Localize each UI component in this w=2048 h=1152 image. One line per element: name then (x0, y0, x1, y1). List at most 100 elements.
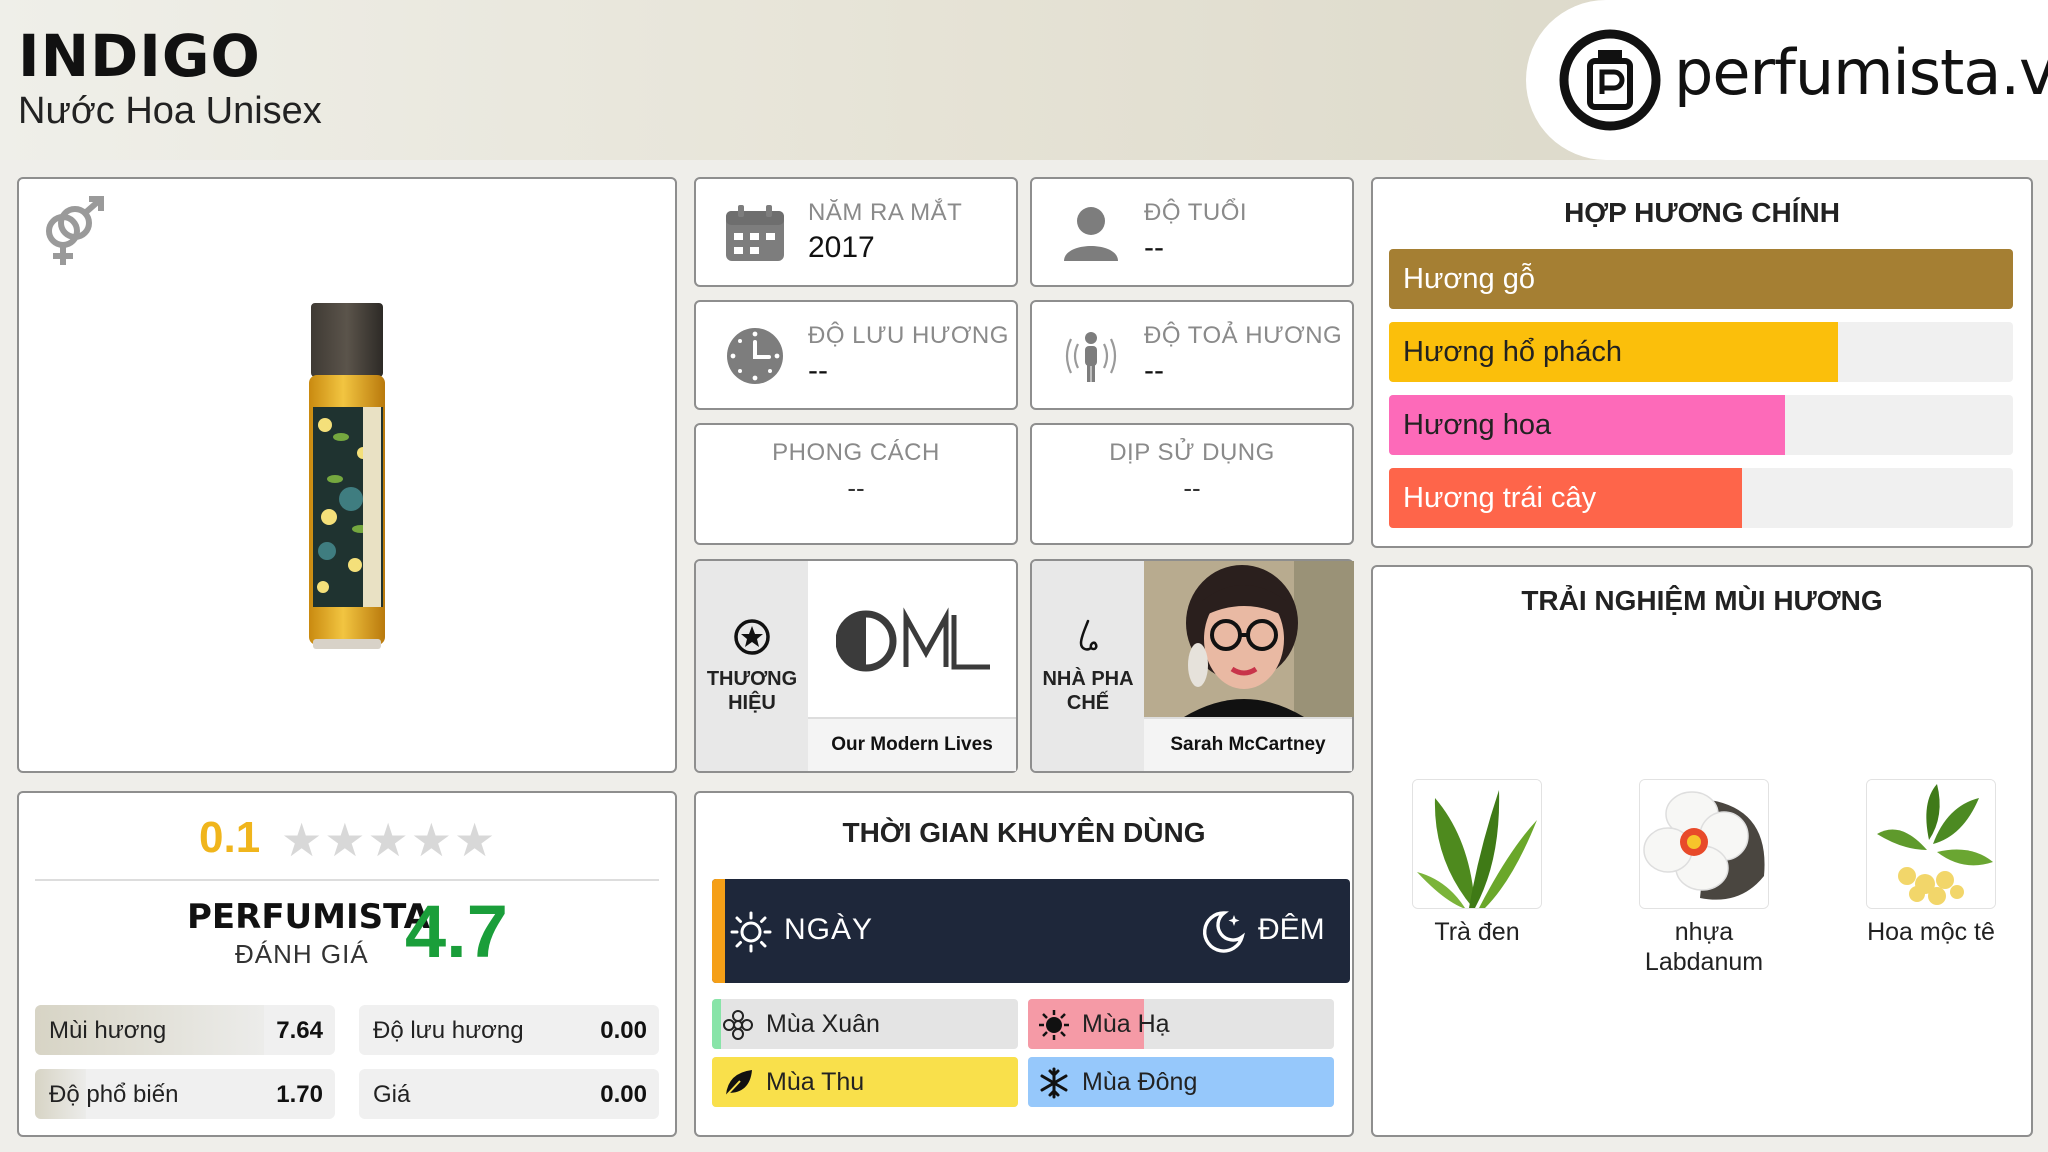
flower-icon (722, 1009, 754, 1041)
night-label: ĐÊM (1258, 913, 1325, 946)
perfumista-sublabel: ĐÁNH GIÁ (235, 939, 369, 969)
perfume-bottle-image (309, 303, 385, 649)
sillage-card: ĐỘ TOẢ HƯƠNG -- (1030, 300, 1354, 410)
rating-metric: Độ lưu hương 0.00 (359, 1005, 659, 1055)
ingredient-item[interactable]: Trà đen (1387, 779, 1567, 947)
black-tea-image (1412, 779, 1542, 909)
unisex-gender-icon (46, 196, 104, 265)
ingredient-name: nhựa Labdanum (1644, 918, 1764, 976)
user-icon (1064, 207, 1118, 261)
accord-row: Hương gỗ (1389, 249, 2013, 309)
sillage-label: ĐỘ TOẢ HƯƠNG (1144, 322, 1343, 349)
season-4: Mùa Đông (1028, 1057, 1334, 1107)
longevity-card: ĐỘ LƯU HƯƠNG -- (694, 300, 1018, 410)
metric-label: Giá (373, 1081, 411, 1108)
brand-label: THƯƠNG HIỆU (706, 668, 798, 714)
nose-icon (1079, 619, 1098, 651)
season-label: Mùa Xuân (766, 1010, 880, 1038)
metric-value: 7.64 (276, 1017, 323, 1044)
launch-year-card: NĂM RA MẮT 2017 (694, 177, 1018, 287)
ingredient-name: Trà đen (1434, 918, 1520, 946)
season-label: Mùa Hạ (1082, 1010, 1170, 1038)
labdanum-resin-image (1639, 779, 1769, 909)
day-night-bar: NGÀY ĐÊM (712, 879, 1350, 983)
style-card: PHONG CÁCH -- (694, 423, 1018, 545)
occasion-value: -- (1183, 473, 1201, 503)
star-badge-icon (734, 619, 770, 655)
sillage-value: -- (1144, 354, 1164, 387)
occasion-label: DỊP SỬ DỤNG (1109, 439, 1275, 466)
season-label: Mùa Thu (766, 1068, 865, 1096)
accord-row: Hương trái cây (1389, 468, 2013, 528)
brand-name[interactable]: Our Modern Lives (808, 717, 1016, 771)
main-accords-title: HỢP HƯƠNG CHÍNH (1564, 197, 1840, 228)
longevity-value: -- (808, 354, 828, 387)
occasion-card: DỊP SỬ DỤNG -- (1030, 423, 1354, 545)
perfumer-label: NHÀ PHA CHẾ (1042, 668, 1134, 714)
ingredient-item[interactable]: Hoa mộc tê (1841, 779, 2021, 947)
accord-label: Hương gỗ (1403, 263, 1535, 295)
season-2: Mùa Hạ (1028, 999, 1334, 1049)
season-label: Mùa Đông (1082, 1068, 1198, 1096)
rating-metric: Mùi hương 7.64 (35, 1005, 335, 1055)
site-logo[interactable]: perfumista.vn (1526, 0, 2048, 160)
moon-icon (1203, 911, 1245, 953)
season-level-fill (712, 999, 722, 1049)
sun-icon (1038, 1009, 1070, 1041)
scent-experience-card: TRẢI NGHIỆM MÙI HƯƠNG Trà đen nhựa Labda… (1371, 565, 2033, 1137)
scent-experience-title: TRẢI NGHIỆM MÙI HƯƠNG (1521, 585, 1883, 616)
rating-metric: Giá 0.00 (359, 1069, 659, 1119)
logo-text: perfumista.vn (1674, 36, 2048, 109)
radiating-person-icon (1065, 332, 1117, 382)
season-level-fill (712, 1057, 1018, 1107)
rating-metric: Độ phổ biến 1.70 (35, 1069, 335, 1119)
leaf-icon (722, 1067, 754, 1099)
brand-logo-image (836, 607, 990, 672)
metric-value: 0.00 (600, 1081, 647, 1108)
season-3: Mùa Thu (712, 1057, 1018, 1107)
star-rating[interactable]: ★ ★ ★ ★ ★ (281, 813, 497, 867)
launch-year-label: NĂM RA MẮT (808, 199, 963, 226)
recommended-time-card: THỜI GIAN KHUYÊN DÙNG NGÀY ĐÊM Mùa Xuân M… (694, 791, 1354, 1137)
star-icon[interactable]: ★ (411, 814, 452, 866)
sun-icon (730, 911, 772, 953)
divider (35, 879, 659, 881)
perfumer-photo (1144, 561, 1354, 717)
age-card: ĐỘ TUỔI -- (1030, 177, 1354, 287)
launch-year-value: 2017 (808, 231, 875, 264)
star-icon[interactable]: ★ (368, 814, 409, 866)
metric-label: Độ phổ biến (49, 1081, 179, 1108)
user-rating-score: 0.1 (199, 813, 261, 862)
brand-side-column: THƯƠNG HIỆU (696, 561, 808, 771)
ingredient-name: Hoa mộc tê (1867, 918, 1995, 946)
perfumer-card[interactable]: NHÀ PHA CHẾ Sarah McCartney (1030, 559, 1354, 773)
day-fill (712, 879, 725, 983)
star-icon[interactable]: ★ (454, 814, 495, 866)
perfume-title: INDIGO (18, 22, 261, 90)
accord-row: Hương hổ phách (1389, 322, 2013, 382)
recommended-time-title: THỜI GIAN KHUYÊN DÙNG (842, 817, 1206, 848)
clock-icon (727, 328, 783, 384)
perfume-bottle-logo-icon (1559, 29, 1661, 131)
style-label: PHONG CÁCH (772, 439, 940, 466)
perfumer-name[interactable]: Sarah McCartney (1144, 717, 1352, 771)
osmanthus-image (1866, 779, 1996, 909)
perfumer-side-column: NHÀ PHA CHẾ (1032, 561, 1144, 771)
age-value: -- (1144, 231, 1164, 264)
brand-card[interactable]: THƯƠNG HIỆU Our Modern Lives (694, 559, 1018, 773)
longevity-label: ĐỘ LƯU HƯƠNG (808, 322, 1009, 349)
accord-label: Hương hoa (1403, 409, 1552, 441)
star-icon[interactable]: ★ (281, 814, 322, 866)
metric-label: Mùi hương (49, 1017, 167, 1044)
metric-value: 0.00 (600, 1017, 647, 1044)
star-icon[interactable]: ★ (324, 814, 365, 866)
product-image-card (17, 177, 677, 773)
perfumista-label: PERFUMISTA (187, 897, 430, 937)
accord-label: Hương trái cây (1403, 482, 1597, 514)
ingredient-item[interactable]: nhựa Labdanum (1614, 779, 1794, 977)
day-label: NGÀY (784, 913, 874, 946)
snowflake-icon (1038, 1067, 1070, 1099)
perfume-subtitle: Nước Hoa Unisex (18, 90, 322, 132)
metric-label: Độ lưu hương (373, 1017, 524, 1044)
accord-label: Hương hổ phách (1403, 336, 1623, 368)
